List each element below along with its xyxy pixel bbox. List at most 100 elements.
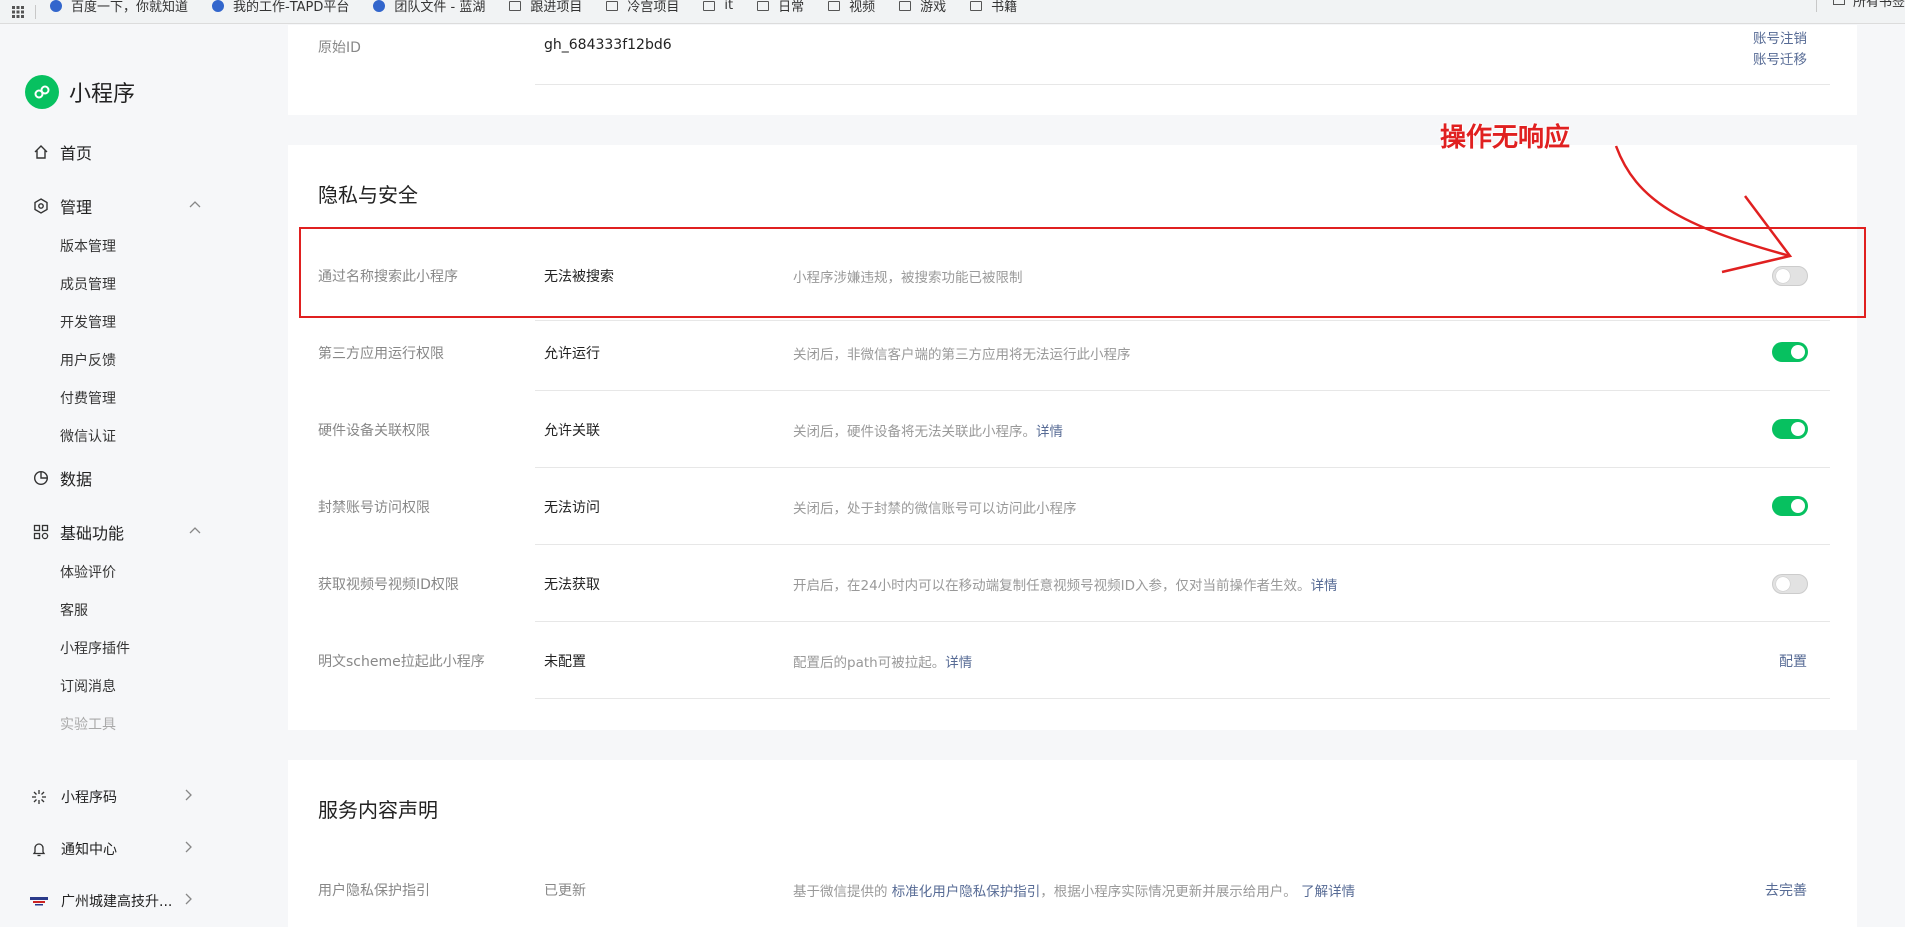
nav-subscribe-messages[interactable]: 订阅消息 xyxy=(60,676,116,696)
app-name: 小程序 xyxy=(69,82,136,107)
home-icon xyxy=(32,143,50,161)
divider xyxy=(535,621,1830,622)
row-value: 无法访问 xyxy=(544,500,600,516)
bookmark-folder[interactable]: it xyxy=(703,0,733,13)
avatar xyxy=(30,892,48,910)
apps-grid-icon[interactable] xyxy=(0,4,36,19)
row-value: 允许运行 xyxy=(544,346,600,362)
folder-icon xyxy=(828,0,841,11)
nav-home[interactable]: 首页 xyxy=(32,140,202,164)
bookmark-baidu[interactable]: 百度一下，你就知道 xyxy=(50,0,188,15)
learn-more-link[interactable]: 了解详情 xyxy=(1301,884,1355,900)
bell-icon xyxy=(30,840,48,858)
bookmark-folder[interactable]: 游戏 xyxy=(899,0,946,15)
details-link[interactable]: 详情 xyxy=(1036,424,1063,440)
pie-chart-icon xyxy=(32,469,50,487)
folder-icon xyxy=(757,0,770,11)
annotation-text: 操作无响应 xyxy=(1440,123,1571,153)
row-label: 获取视频号视频ID权限 xyxy=(318,577,459,593)
nav-user-feedback[interactable]: 用户反馈 xyxy=(60,350,116,370)
bookmark-folder[interactable]: 日常 xyxy=(757,0,804,15)
chevron-right-icon xyxy=(181,892,195,910)
nav-version-manage[interactable]: 版本管理 xyxy=(60,236,116,256)
divider xyxy=(535,698,1830,699)
row-value: 无法获取 xyxy=(544,577,600,593)
nav-qrcode[interactable]: 小程序码 xyxy=(30,787,195,807)
bookmarks-bar: 百度一下，你就知道 我的工作-TAPD平台 团队文件 - 蓝湖 跟进项目 冷宫项… xyxy=(0,0,1905,24)
bookmark-folder[interactable]: 跟进项目 xyxy=(509,0,582,15)
row-value: 已更新 xyxy=(544,883,586,899)
bookmark-folder[interactable]: 书籍 xyxy=(970,0,1017,15)
original-id-value: gh_684333f12bd6 xyxy=(544,37,672,53)
divider xyxy=(535,84,1830,85)
account-cancel-link[interactable]: 账号注销 xyxy=(1753,27,1807,47)
improve-link[interactable]: 去完善 xyxy=(1765,880,1807,900)
miniprogram-logo-icon xyxy=(25,75,59,109)
tapd-icon xyxy=(212,0,225,12)
configure-link[interactable]: 配置 xyxy=(1779,651,1807,671)
folder-icon xyxy=(899,0,912,11)
row-desc: 基于微信提供的 标准化用户隐私保护指引，根据小程序实际情况更新并展示给用户。 了… xyxy=(793,884,1356,900)
nav-experience-review[interactable]: 体验评价 xyxy=(60,562,116,582)
video-id-toggle[interactable] xyxy=(1772,574,1808,594)
row-label: 第三方应用运行权限 xyxy=(318,346,444,362)
bookmark-folder[interactable]: 视频 xyxy=(828,0,875,15)
toggle-knob xyxy=(1791,499,1805,513)
row-label: 明文scheme拉起此小程序 xyxy=(318,654,485,670)
all-bookmarks[interactable]: 所有书签 xyxy=(1815,0,1905,12)
divider xyxy=(535,390,1830,391)
privacy-guide-link[interactable]: 标准化用户隐私保护指引 xyxy=(892,884,1041,900)
chevron-right-icon xyxy=(181,788,195,806)
section-title: 服务内容声明 xyxy=(318,798,438,822)
hardware-toggle[interactable] xyxy=(1772,419,1808,439)
sun-code-icon xyxy=(30,788,48,806)
nav-customer-service[interactable]: 客服 xyxy=(60,600,88,620)
bookmark-folder[interactable]: 冷宫项目 xyxy=(606,0,679,15)
row-desc: 关闭后，非微信客户端的第三方应用将无法运行此小程序 xyxy=(793,347,1131,363)
nav-member-manage[interactable]: 成员管理 xyxy=(60,274,116,294)
third-party-toggle[interactable] xyxy=(1772,342,1808,362)
nav-notify-center[interactable]: 通知中心 xyxy=(30,839,195,859)
bookmark-lanhu[interactable]: 团队文件 - 蓝湖 xyxy=(373,0,485,15)
banned-account-toggle[interactable] xyxy=(1772,496,1808,516)
app-logo[interactable]: 小程序 xyxy=(25,75,135,109)
row-desc: 开启后，在24小时内可以在移动端复制任意视频号视频ID入参，仅对当前操作者生效。… xyxy=(793,578,1338,594)
toggle-knob xyxy=(1791,345,1805,359)
folder-icon xyxy=(1832,0,1845,5)
chevron-up-icon xyxy=(188,523,202,542)
details-link[interactable]: 详情 xyxy=(1311,578,1338,594)
annotation-highlight-box xyxy=(299,227,1866,318)
section-title: 隐私与安全 xyxy=(318,183,418,207)
bookmark-tapd[interactable]: 我的工作-TAPD平台 xyxy=(212,0,349,15)
folder-icon xyxy=(970,0,983,11)
toggle-knob xyxy=(1791,422,1805,436)
row-desc: 配置后的path可被拉起。详情 xyxy=(793,655,973,671)
grid-apps-icon xyxy=(32,523,50,541)
nav-dev-manage[interactable]: 开发管理 xyxy=(60,312,116,332)
chevron-up-icon xyxy=(188,197,202,216)
divider xyxy=(535,467,1830,468)
nav-wechat-verify[interactable]: 微信认证 xyxy=(60,426,116,446)
nav-payment-manage[interactable]: 付费管理 xyxy=(60,388,116,408)
nav-data[interactable]: 数据 xyxy=(32,466,202,490)
nav-lab-tools[interactable]: 实验工具 xyxy=(60,714,116,734)
lanhu-icon xyxy=(373,0,386,12)
folder-icon xyxy=(509,0,522,11)
row-value: 未配置 xyxy=(544,654,586,670)
service-declaration-card: 服务内容声明 用户隐私保护指引 已更新 基于微信提供的 标准化用户隐私保护指引，… xyxy=(288,760,1857,927)
nav-basic-functions[interactable]: 基础功能 xyxy=(32,520,202,544)
nav-account[interactable]: 广州城建高技升... xyxy=(30,891,195,911)
row-label: 用户隐私保护指引 xyxy=(318,883,430,899)
details-link[interactable]: 详情 xyxy=(945,655,972,671)
original-id-label: 原始ID xyxy=(318,40,361,56)
divider xyxy=(535,320,1830,321)
divider xyxy=(535,544,1830,545)
row-desc: 关闭后，硬件设备将无法关联此小程序。详情 xyxy=(793,424,1063,440)
toggle-knob xyxy=(1776,577,1790,591)
account-migrate-link[interactable]: 账号迁移 xyxy=(1753,48,1807,68)
paw-icon xyxy=(50,0,62,12)
chevron-right-icon xyxy=(181,840,195,858)
nav-manage[interactable]: 管理 xyxy=(32,194,202,218)
folder-icon xyxy=(606,0,619,11)
nav-plugins[interactable]: 小程序插件 xyxy=(60,638,130,658)
